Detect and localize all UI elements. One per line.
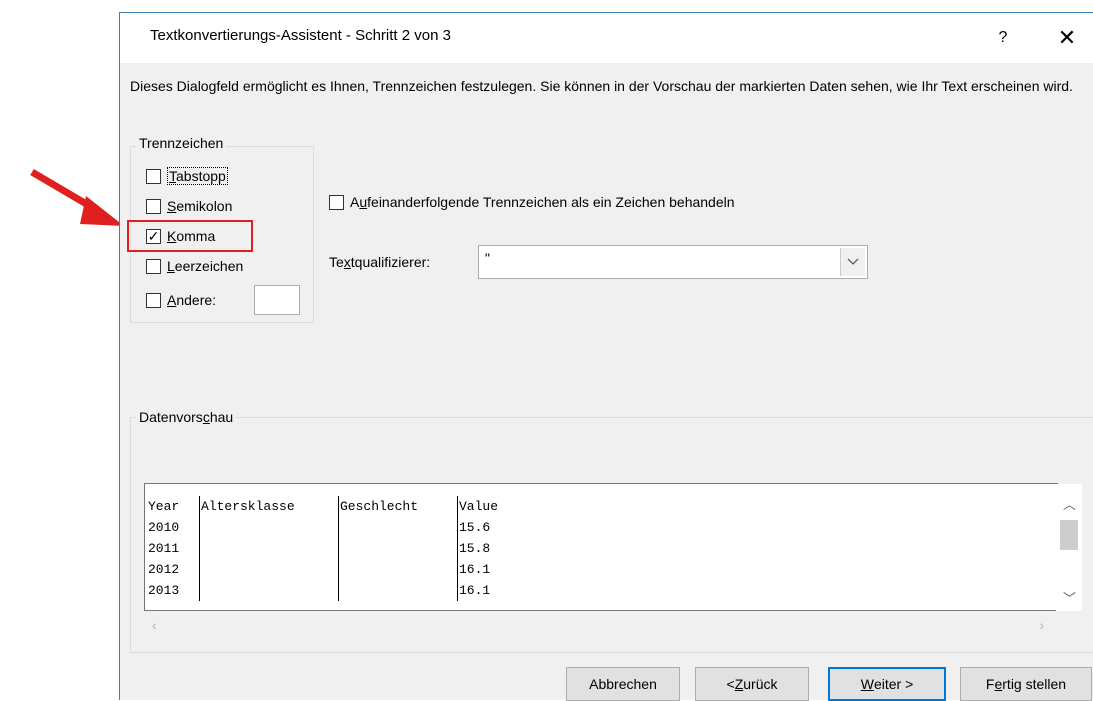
back-button[interactable]: < Zurück bbox=[695, 667, 809, 701]
table-cell bbox=[338, 559, 458, 580]
finish-button[interactable]: Fe rtig stellen bbox=[960, 667, 1092, 701]
table-row: 2010 15.6 bbox=[147, 517, 522, 538]
help-button[interactable]: ? bbox=[988, 21, 1018, 55]
chevron-down-icon[interactable] bbox=[840, 248, 865, 276]
table-row: 2012 16.1 bbox=[147, 559, 522, 580]
checkbox-label: Semikolon bbox=[167, 198, 233, 214]
checkbox-label: Aufeinanderfolgende Trennzeichen als ein… bbox=[350, 194, 735, 210]
table-cell: 2011 bbox=[148, 541, 180, 556]
text-qualifier-select[interactable]: " bbox=[478, 245, 868, 279]
checkbox-leerzeichen[interactable]: Leerzeichen bbox=[146, 255, 243, 277]
title-bar: Textkonvertierungs-Assistent - Schritt 2… bbox=[120, 13, 1093, 63]
annotation-highlight-box bbox=[127, 220, 253, 252]
preview-vertical-scrollbar[interactable]: ︿ ﹀ bbox=[1056, 484, 1082, 611]
checkbox-label: Tabstopp bbox=[167, 167, 228, 185]
checkbox-consecutive-delimiters[interactable]: Aufeinanderfolgende Trennzeichen als ein… bbox=[329, 191, 735, 213]
scrollbar-thumb[interactable] bbox=[1060, 520, 1078, 550]
chevron-right-icon[interactable]: › bbox=[1039, 617, 1044, 633]
table-cell: 15.6 bbox=[457, 517, 522, 538]
text-qualifier-label: Textqualifizierer: bbox=[329, 254, 431, 270]
table-cell bbox=[199, 538, 339, 559]
data-preview-legend: Datenvorschau bbox=[136, 409, 237, 425]
checkbox-box[interactable] bbox=[329, 194, 344, 210]
table-header-row: Year Altersklasse Geschlecht Value bbox=[147, 496, 522, 517]
close-button[interactable]: ✕ bbox=[1050, 21, 1084, 55]
table-cell bbox=[199, 559, 339, 580]
checkbox-semikolon[interactable]: Semikolon bbox=[146, 195, 232, 217]
next-button[interactable]: Weiter > bbox=[828, 667, 946, 701]
cancel-button[interactable]: Abbrechen bbox=[566, 667, 680, 701]
annotation-arrow bbox=[30, 168, 124, 226]
column-header[interactable]: Altersklasse bbox=[199, 496, 339, 517]
table-cell: 2010 bbox=[148, 520, 180, 535]
chevron-up-icon[interactable]: ︿ bbox=[1063, 494, 1076, 513]
column-header[interactable]: Value bbox=[457, 496, 522, 517]
table-row: 2013 16.1 bbox=[147, 580, 522, 601]
table-cell bbox=[338, 538, 458, 559]
preview-horizontal-scrollbar[interactable]: ‹ › bbox=[144, 611, 1058, 645]
table-cell bbox=[338, 580, 458, 601]
text-qualifier-value: " bbox=[485, 250, 490, 266]
dialog-title: Textkonvertierungs-Assistent - Schritt 2… bbox=[150, 27, 451, 44]
chevron-down-icon[interactable]: ﹀ bbox=[1063, 588, 1076, 607]
column-header[interactable]: Year bbox=[147, 496, 200, 517]
preview-grid: Year Altersklasse Geschlecht Value 2010 … bbox=[147, 496, 522, 601]
table-cell bbox=[338, 517, 458, 538]
table-cell: 16.1 bbox=[457, 580, 522, 601]
table-cell bbox=[199, 517, 339, 538]
chevron-left-icon[interactable]: ‹ bbox=[152, 617, 157, 633]
table-cell: 2012 bbox=[148, 562, 180, 577]
checkbox-box[interactable] bbox=[146, 198, 161, 214]
checkbox-box[interactable] bbox=[146, 168, 161, 184]
checkbox-label: Leerzeichen bbox=[167, 258, 244, 274]
andere-input[interactable] bbox=[254, 285, 300, 315]
checkbox-tabstopp[interactable]: Tabstopp bbox=[146, 165, 228, 187]
checkbox-andere[interactable]: Andere: bbox=[146, 289, 216, 311]
column-header[interactable]: Geschlecht bbox=[338, 496, 458, 517]
table-cell: 16.1 bbox=[457, 559, 522, 580]
background-window bbox=[0, 0, 120, 700]
text-import-wizard-dialog: Textkonvertierungs-Assistent - Schritt 2… bbox=[119, 12, 1093, 701]
table-cell: 15.8 bbox=[457, 538, 522, 559]
checkbox-box[interactable] bbox=[146, 292, 161, 308]
data-preview-table[interactable]: Year Altersklasse Geschlecht Value 2010 … bbox=[144, 483, 1058, 611]
intro-text: Dieses Dialogfeld ermöglicht es Ihnen, T… bbox=[130, 78, 1073, 94]
checkbox-box[interactable] bbox=[146, 258, 161, 274]
table-row: 2011 15.8 bbox=[147, 538, 522, 559]
table-cell: 2013 bbox=[148, 583, 180, 598]
delimiters-legend: Trennzeichen bbox=[136, 135, 227, 151]
checkbox-label: Andere: bbox=[167, 292, 217, 308]
table-cell bbox=[199, 580, 339, 601]
